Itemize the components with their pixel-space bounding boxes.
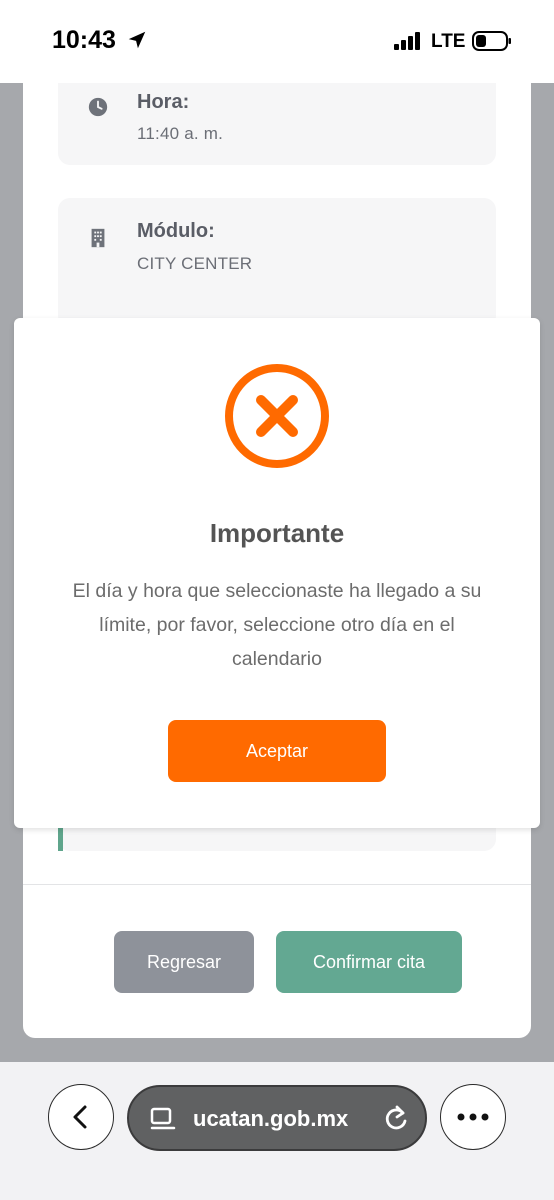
browser-back-button[interactable] [48, 1084, 114, 1150]
modulo-label: Módulo: [137, 220, 215, 242]
chevron-left-icon [73, 1105, 87, 1129]
signal-bars-icon [394, 32, 420, 50]
hora-info-box: Hora: 11:40 a. m. [58, 83, 496, 165]
building-icon [91, 228, 105, 248]
status-bar: 10:43 LTE [0, 0, 554, 83]
modal-title: Importante [209, 518, 345, 548]
modal-message: El día y hora que seleccionaste ha llega… [72, 580, 482, 670]
hora-label: Hora: [137, 91, 190, 113]
page-menu-icon [150, 1107, 176, 1130]
confirm-appointment-button[interactable]: Confirmar cita [276, 931, 462, 993]
reload-icon[interactable] [381, 1104, 411, 1134]
divider [23, 884, 531, 885]
battery-icon [472, 31, 511, 51]
info-box-bottom [58, 826, 496, 851]
more-options-button[interactable] [440, 1084, 506, 1150]
address-bar[interactable]: ucatan.gob.mx [127, 1085, 427, 1151]
modulo-value: CITY CENTER [137, 254, 253, 273]
url-text: ucatan.gob.mx [193, 1106, 349, 1131]
status-time: 10:43 [52, 26, 116, 54]
clock-icon [88, 97, 108, 117]
accept-button[interactable]: Aceptar [168, 720, 386, 782]
alert-modal: Importante El día y hora que seleccionas… [14, 318, 540, 828]
location-arrow-icon [128, 31, 146, 49]
ellipsis-icon [457, 1113, 489, 1121]
modulo-info-box: Módulo: CITY CENTER [58, 198, 496, 328]
error-x-icon [225, 364, 329, 468]
hora-value: 11:40 a. m. [137, 124, 223, 143]
network-type: LTE [431, 31, 466, 52]
back-button[interactable]: Regresar [114, 931, 254, 993]
accent-strip [58, 826, 63, 851]
